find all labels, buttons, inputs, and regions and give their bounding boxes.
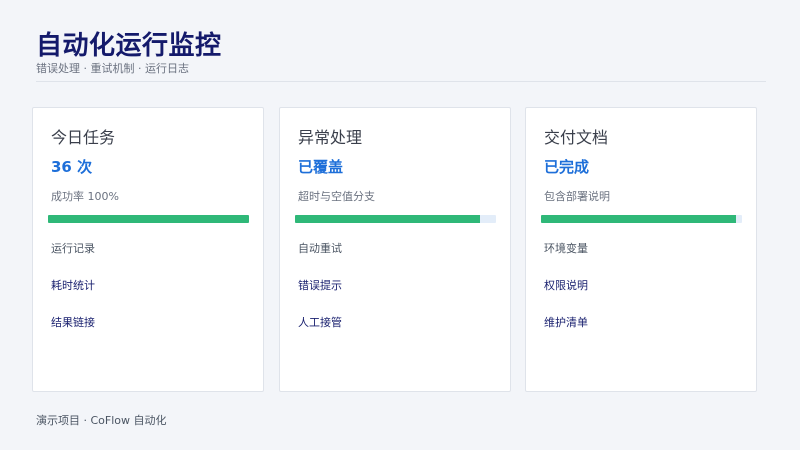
card-title: 异常处理 [298,128,363,147]
card-link[interactable]: 耗时统计 [51,279,95,293]
card-link[interactable]: 结果链接 [51,316,95,330]
card-grid: 今日任务 36 次 成功率 100% 运行记录 耗时统计 结果链接 异常处理 已… [32,107,760,394]
progress-fill [48,215,249,223]
progress-fill [541,215,736,223]
card-description: 包含部署说明 [544,190,610,203]
card-title: 今日任务 [51,128,116,147]
page-subtitle: 错误处理 · 重试机制 · 运行日志 [36,62,189,75]
card-note: 环境变量 [544,242,588,255]
card-link[interactable]: 人工接管 [298,316,342,330]
card-description: 成功率 100% [51,190,119,203]
header-divider [36,81,766,82]
card-link[interactable]: 权限说明 [544,279,588,293]
card-title: 交付文档 [544,128,609,147]
page-footer: 演示项目 · CoFlow 自动化 [36,414,167,427]
card-delivery-docs: 交付文档 已完成 包含部署说明 环境变量 权限说明 维护清单 [525,107,757,392]
card-link[interactable]: 错误提示 [298,279,342,293]
progress-bar [48,215,249,223]
progress-bar [295,215,496,223]
progress-fill [295,215,480,223]
card-value: 已覆盖 [298,158,344,176]
page-title: 自动化运行监控 [36,31,222,61]
card-today-tasks: 今日任务 36 次 成功率 100% 运行记录 耗时统计 结果链接 [32,107,264,392]
card-note: 运行记录 [51,242,95,255]
card-description: 超时与空值分支 [298,190,375,203]
progress-bar [541,215,742,223]
card-note: 自动重试 [298,242,342,255]
card-link[interactable]: 维护清单 [544,316,588,330]
page-header: 自动化运行监控 错误处理 · 重试机制 · 运行日志 [36,30,766,76]
card-value: 36 次 [51,158,93,176]
card-value: 已完成 [544,158,590,176]
card-exception-handling: 异常处理 已覆盖 超时与空值分支 自动重试 错误提示 人工接管 [279,107,511,392]
